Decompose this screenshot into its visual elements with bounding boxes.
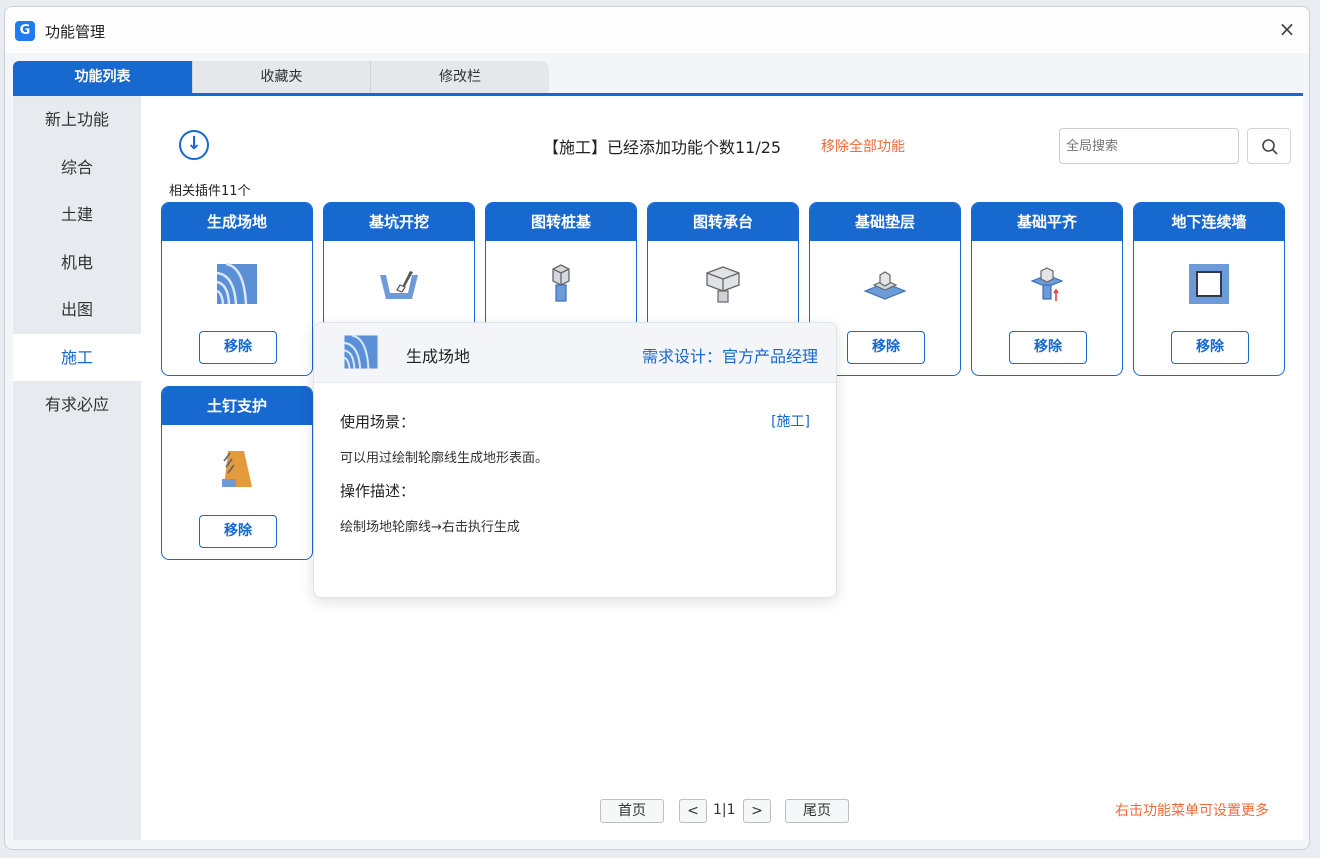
plugin-card[interactable]: 生成场地 移除 [161, 202, 313, 376]
main-panel: ↓ 【施工】已经添加功能个数11/25 移除全部功能 相关插件11个 生成场地 … [141, 96, 1303, 840]
sidebar-item-requests[interactable]: 有求必应 [13, 381, 141, 429]
tab-favorites[interactable]: 收藏夹 [193, 61, 371, 94]
plugin-card[interactable]: 地下连续墙 移除 [1133, 202, 1285, 376]
sidebar-item-civil[interactable]: 土建 [13, 191, 141, 239]
search-button[interactable] [1247, 128, 1291, 164]
remove-button[interactable]: 移除 [199, 331, 277, 364]
tab-modify-bar[interactable]: 修改栏 [371, 61, 549, 94]
page-indicator: 1|1 [713, 802, 736, 818]
remove-button[interactable]: 移除 [847, 331, 925, 364]
popup-header: 生成场地 需求设计：官方产品经理 [314, 323, 836, 383]
pile-foundation-icon [552, 264, 570, 302]
popup-requirement: 需求设计：官方产品经理 [641, 347, 818, 366]
sidebar-item-construction[interactable]: 施工 [13, 333, 141, 381]
card-title: 土钉支护 [162, 387, 312, 425]
app-logo-icon: G [15, 21, 35, 41]
foundation-cushion-icon [863, 271, 907, 300]
close-button[interactable]: × [1277, 19, 1297, 39]
footer-hint: 右击功能菜单可设置更多 [1115, 803, 1269, 819]
category-sidebar: 新上功能 综合 土建 机电 出图 施工 有求必应 [13, 96, 141, 840]
sidebar-item-mep[interactable]: 机电 [13, 239, 141, 287]
excavation-icon [380, 271, 418, 299]
title-bar: G 功能管理 × [5, 7, 1309, 53]
diaphragm-wall-icon [1189, 264, 1229, 304]
sidebar-item-new[interactable]: 新上功能 [13, 96, 141, 144]
operation-desc: 绘制场地轮廓线→右击执行生成 [340, 520, 520, 535]
first-page-button[interactable]: 首页 [600, 799, 664, 823]
card-title: 图转承台 [648, 203, 798, 241]
function-manager-window: G 功能管理 × 功能列表 收藏夹 修改栏 新上功能 综合 土建 机电 出图 施… [4, 6, 1310, 850]
card-title: 生成场地 [162, 203, 312, 241]
terrain-icon [216, 262, 257, 305]
sidebar-item-general[interactable]: 综合 [13, 144, 141, 192]
sidebar-item-drawing[interactable]: 出图 [13, 286, 141, 334]
plugin-detail-popup: 生成场地 需求设计：官方产品经理 使用场景： [施工] 可以用过绘制轮廓线生成地… [313, 322, 837, 598]
search-icon [1262, 139, 1278, 155]
card-title: 地下连续墙 [1134, 203, 1284, 241]
window-title: 功能管理 [45, 23, 106, 41]
download-circle-icon[interactable]: ↓ [179, 130, 209, 160]
usage-scene-label: 使用场景： [340, 413, 416, 431]
tab-bar: 功能列表 收藏夹 修改栏 [13, 61, 549, 94]
prev-page-button[interactable]: < [679, 799, 707, 823]
pile-cap-icon [706, 266, 740, 303]
last-page-button[interactable]: 尾页 [785, 799, 849, 823]
remove-button[interactable]: 移除 [1009, 331, 1087, 364]
soil-nail-icon [222, 451, 252, 487]
plugin-card[interactable]: 土钉支护 移除 [161, 386, 313, 560]
card-title: 基础平齐 [972, 203, 1122, 241]
remove-button[interactable]: 移除 [199, 515, 277, 548]
operation-label: 操作描述： [340, 482, 416, 500]
related-plugins-count: 相关插件11个 [169, 184, 251, 199]
card-title: 图转桩基 [486, 203, 636, 241]
tab-function-list[interactable]: 功能列表 [13, 61, 193, 94]
added-count-text: 【施工】已经添加功能个数11/25 [543, 138, 782, 157]
foundation-align-icon [1030, 267, 1064, 301]
plugin-card[interactable]: 基础平齐 移除 [971, 202, 1123, 376]
terrain-icon [343, 334, 378, 369]
category-tag: [施工] [771, 414, 810, 430]
card-title: 基础垫层 [810, 203, 960, 241]
usage-scene-desc: 可以用过绘制轮廓线生成地形表面。 [340, 451, 549, 466]
popup-title: 生成场地 [406, 347, 471, 366]
global-search-input[interactable] [1059, 128, 1239, 164]
card-title: 基坑开挖 [324, 203, 474, 241]
next-page-button[interactable]: > [743, 799, 771, 823]
remove-button[interactable]: 移除 [1171, 331, 1249, 364]
remove-all-link[interactable]: 移除全部功能 [821, 136, 905, 156]
